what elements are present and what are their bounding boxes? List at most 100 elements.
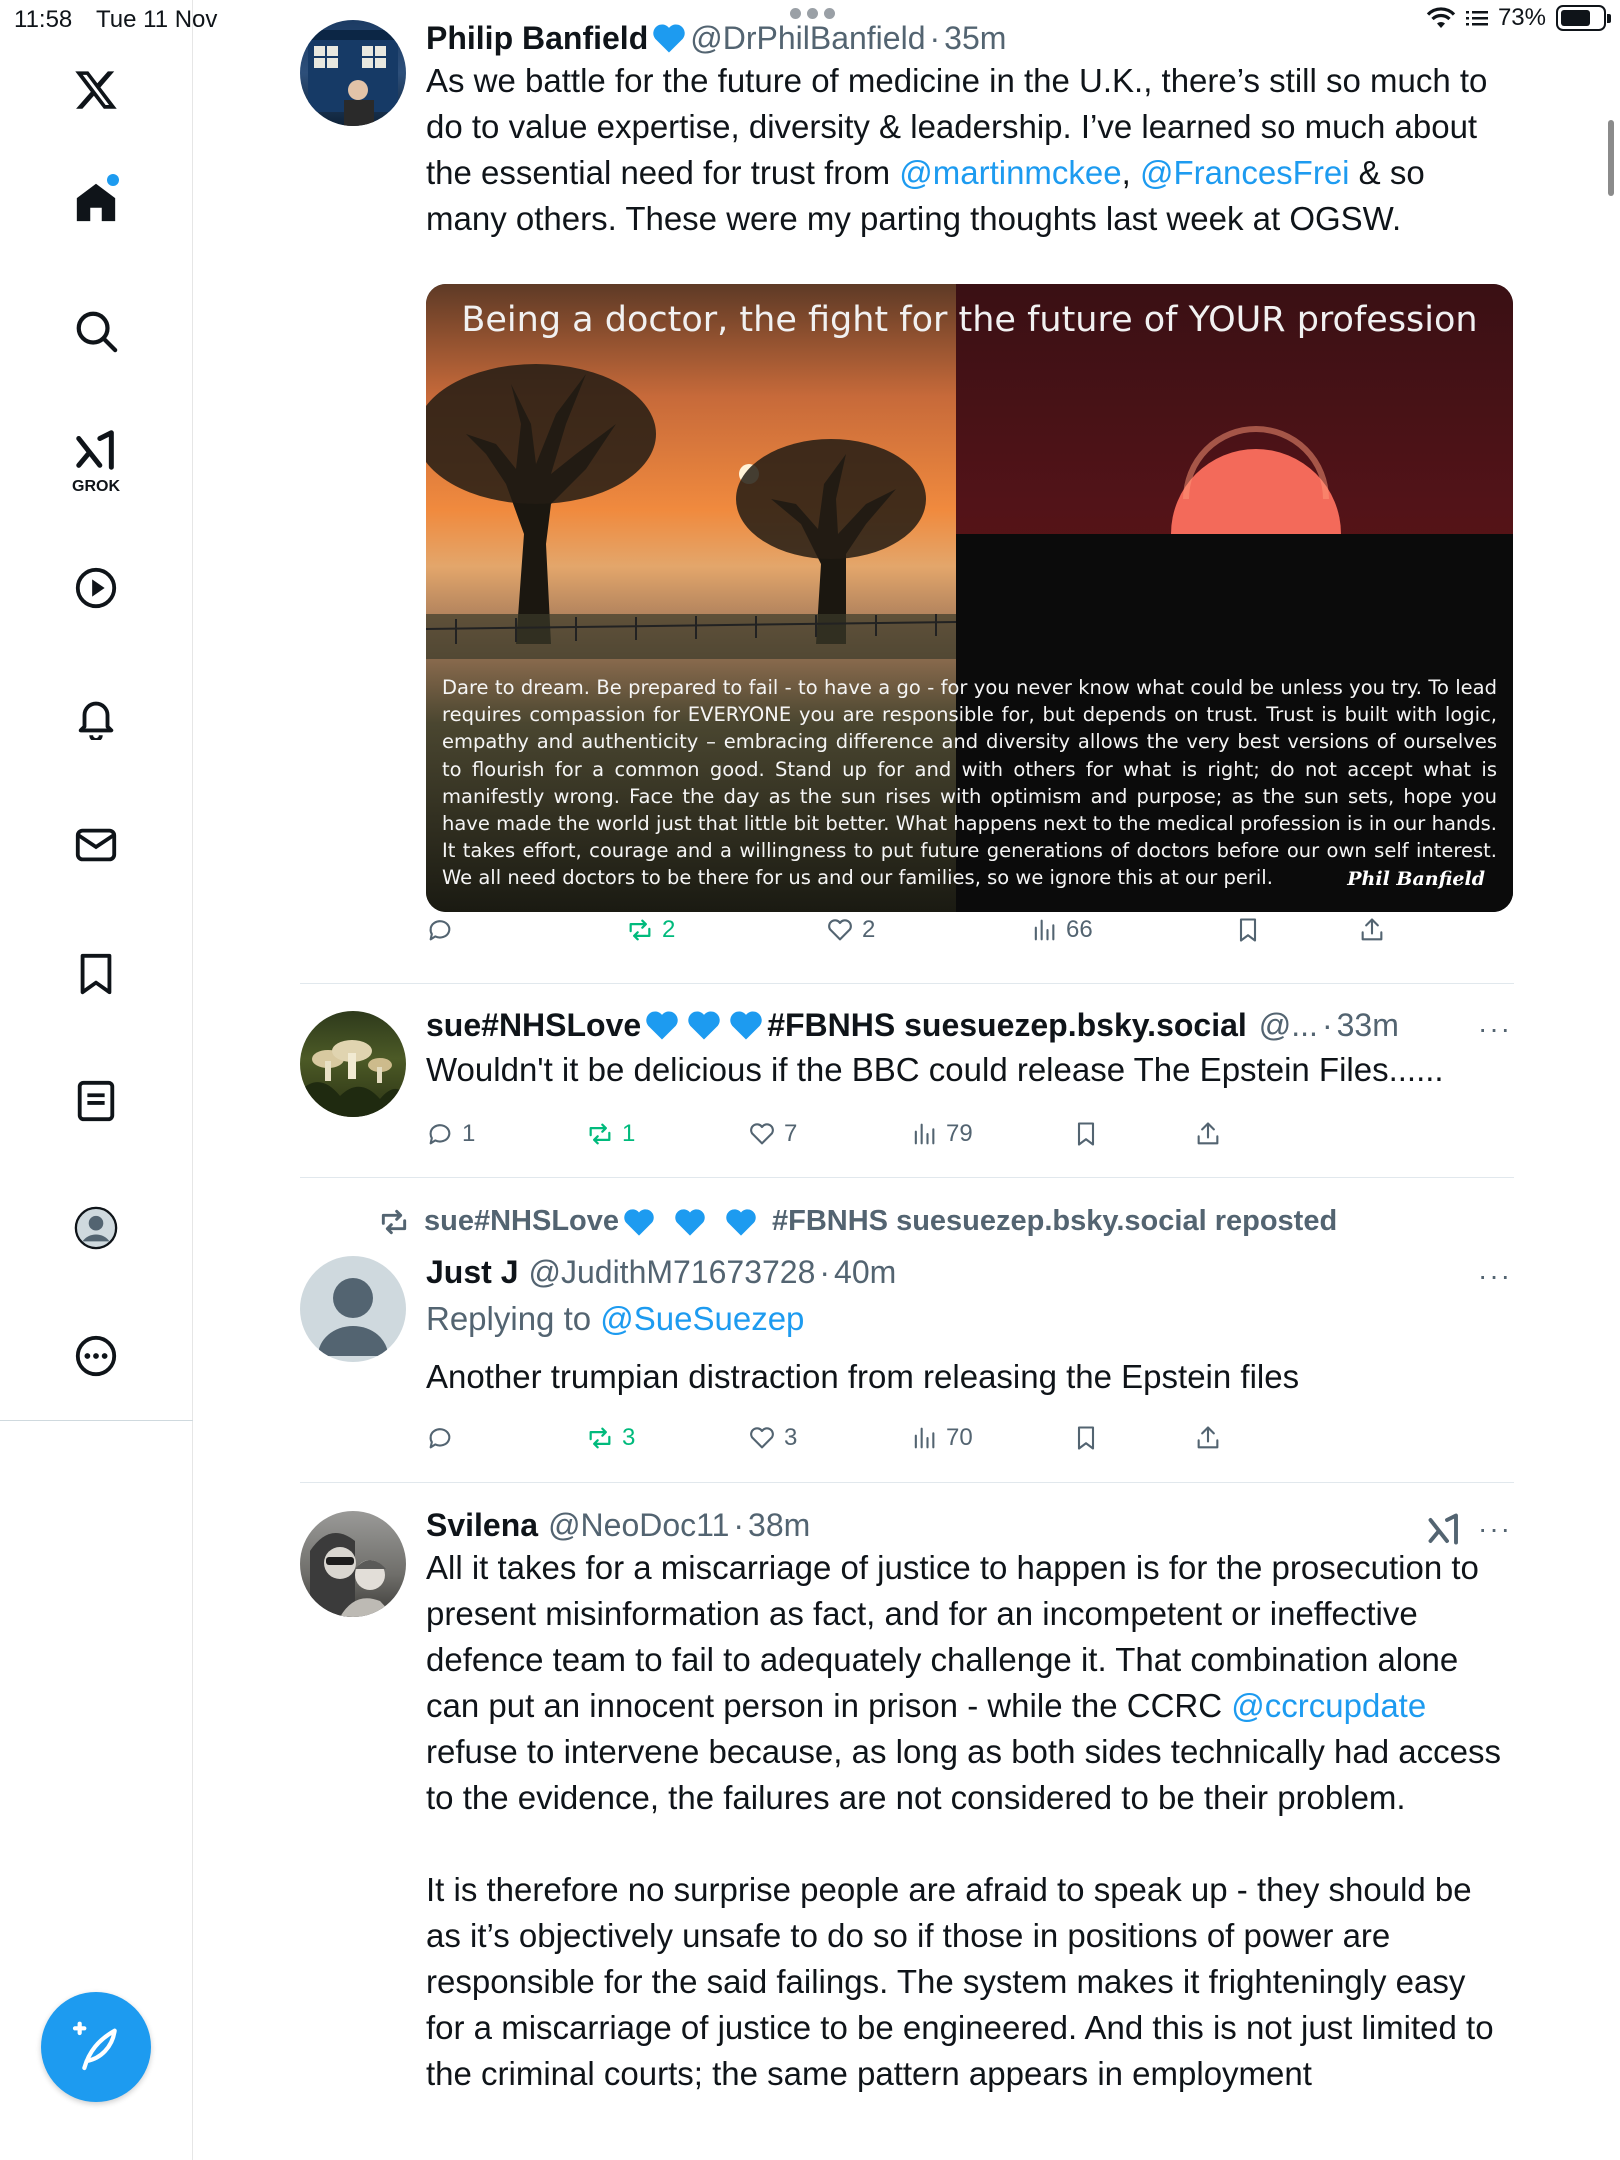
author-name[interactable]: Svilena — [426, 1505, 538, 1545]
heart-outline-icon — [750, 1427, 774, 1449]
article-icon[interactable] — [66, 1071, 126, 1131]
tweet-time[interactable]: 33m — [1337, 1005, 1399, 1045]
author-handle[interactable]: @JudithM71673728 — [528, 1252, 815, 1292]
grok-label: GROK — [72, 478, 120, 495]
share-button[interactable] — [1358, 916, 1386, 944]
blue-heart-icon — [675, 1208, 705, 1236]
tweet-divider — [300, 1177, 1514, 1178]
image-caption: Dare to dream. Be prepared to fail - to … — [442, 676, 1497, 890]
tweet-text: Another trumpian distraction from releas… — [426, 1358, 1300, 1395]
tweet-header: Svilena @NeoDoc11 · 38m — [426, 1505, 1511, 1545]
mail-icon[interactable] — [66, 815, 126, 875]
search-icon[interactable] — [66, 301, 126, 361]
blue-heart-icon — [726, 1208, 756, 1236]
more-options-icon[interactable]: ··· — [1478, 1013, 1512, 1045]
tweet-image[interactable]: Being a doctor, the fight for the future… — [426, 284, 1513, 912]
tweet[interactable]: Svilena @NeoDoc11 · 38m All it takes for… — [300, 1505, 1514, 2155]
reply-button[interactable]: 1 — [426, 1120, 475, 1148]
mention-link[interactable]: @martinmckee — [899, 154, 1121, 191]
tweet-text: Wouldn't it be delicious if the BBC coul… — [426, 1051, 1444, 1088]
bookmark-button[interactable] — [1234, 916, 1262, 944]
repost-button[interactable]: 1 — [586, 1120, 635, 1148]
tweet-header: Philip Banfield @DrPhilBanfield · 35m — [426, 18, 1511, 58]
separator-dot: · — [1321, 1007, 1333, 1043]
views-icon — [914, 1123, 935, 1145]
like-button[interactable]: 2 — [826, 916, 875, 944]
tweet-time[interactable]: 38m — [748, 1505, 810, 1545]
reply-icon — [429, 1428, 451, 1449]
blue-heart-icon — [624, 1208, 654, 1236]
default-avatar-icon — [318, 1278, 388, 1356]
author-handle[interactable]: @DrPhilBanfield — [690, 18, 925, 58]
repost-icon — [629, 919, 651, 941]
like-button[interactable]: 3 — [748, 1424, 797, 1452]
avatar[interactable] — [300, 1011, 406, 1117]
home-notification-dot — [107, 174, 119, 186]
tweet[interactable]: Philip Banfield @DrPhilBanfield · 35m As… — [300, 18, 1514, 968]
tweet[interactable]: Just J @JudithM71673728 · 40m Replying t… — [300, 1252, 1514, 1462]
bookmark-icon — [1077, 1122, 1095, 1146]
more-options-icon[interactable]: ··· — [1478, 1513, 1512, 1545]
replying-to: Replying to @SueSuezep — [426, 1300, 805, 1337]
author-name-suffix[interactable]: #FBNHS suesuezep.bsky.social — [767, 1005, 1247, 1045]
author-handle[interactable]: @... — [1259, 1005, 1318, 1045]
separator-dot: · — [929, 20, 941, 56]
mention-link[interactable]: @ccrcupdate — [1231, 1687, 1426, 1724]
avatar[interactable] — [300, 1256, 406, 1362]
tweet-time[interactable]: 35m — [944, 18, 1006, 58]
blue-heart-icon — [730, 1011, 762, 1040]
tweet-text: All it takes for a miscarriage of justic… — [426, 1549, 1501, 1816]
views-button[interactable]: 70 — [910, 1424, 973, 1452]
views-icon — [1034, 919, 1055, 941]
repost-button[interactable]: 3 — [586, 1424, 635, 1452]
tweet-text-continued: It is therefore no surprise people are a… — [426, 1871, 1494, 2092]
author-handle[interactable]: @NeoDoc11 — [548, 1505, 729, 1545]
bookmark-icon — [1239, 918, 1257, 942]
repost-attribution[interactable]: sue#NHSLove #FBNHS suesuezep.bsky.social… — [378, 1205, 1337, 1238]
share-button[interactable] — [1194, 1424, 1222, 1452]
share-button[interactable] — [1194, 1120, 1222, 1148]
tweet-divider — [300, 983, 1514, 984]
share-icon — [1197, 1122, 1219, 1145]
repost-button[interactable]: 2 — [626, 916, 675, 944]
grok-icon[interactable] — [66, 420, 126, 480]
mention-link[interactable]: @FrancesFrei — [1140, 154, 1350, 191]
avatar[interactable] — [300, 1511, 406, 1617]
sidebar-divider — [0, 1420, 193, 1421]
author-name[interactable]: Just J — [426, 1252, 518, 1292]
bell-icon[interactable] — [66, 687, 126, 747]
reply-button[interactable] — [426, 916, 462, 944]
more-circle-icon[interactable] — [66, 1326, 126, 1386]
reply-button[interactable] — [426, 1424, 462, 1452]
separator-dot: · — [733, 1507, 745, 1543]
blue-heart-icon — [688, 1011, 720, 1040]
views-button[interactable]: 66 — [1030, 916, 1093, 944]
play-icon[interactable] — [66, 558, 126, 618]
more-options-icon[interactable]: ··· — [1478, 1260, 1512, 1292]
image-title: Being a doctor, the fight for the future… — [461, 300, 1478, 340]
avatar-photo — [310, 1533, 395, 1617]
bookmark-icon — [1077, 1426, 1095, 1450]
tweet-time[interactable]: 40m — [834, 1252, 896, 1292]
separator-dot: · — [819, 1254, 831, 1290]
bookmark-icon[interactable] — [66, 944, 126, 1004]
x-logo-icon[interactable] — [66, 60, 126, 120]
bookmark-button[interactable] — [1072, 1120, 1100, 1148]
bookmark-button[interactable] — [1072, 1424, 1100, 1452]
share-icon — [1197, 1426, 1219, 1449]
mention-link[interactable]: @SueSuezep — [600, 1300, 804, 1337]
avatar[interactable] — [300, 20, 406, 126]
like-button[interactable]: 7 — [748, 1120, 797, 1148]
views-button[interactable]: 79 — [910, 1120, 973, 1148]
tweet-divider — [300, 1482, 1514, 1483]
repost-icon — [589, 1123, 611, 1145]
grok-icon[interactable] — [1426, 1511, 1462, 1547]
tweet[interactable]: sue#NHSLove #FBNHS suesuezep.bsky.social… — [300, 1005, 1514, 1175]
scrollbar[interactable] — [1608, 120, 1614, 196]
author-name-prefix[interactable]: sue#NHSLove — [426, 1005, 641, 1045]
avatar-icon[interactable] — [66, 1198, 126, 1258]
reply-icon — [429, 1124, 451, 1145]
author-name[interactable]: Philip Banfield — [426, 18, 648, 58]
compose-button[interactable] — [41, 1992, 151, 2102]
avatar-photo — [308, 30, 398, 126]
